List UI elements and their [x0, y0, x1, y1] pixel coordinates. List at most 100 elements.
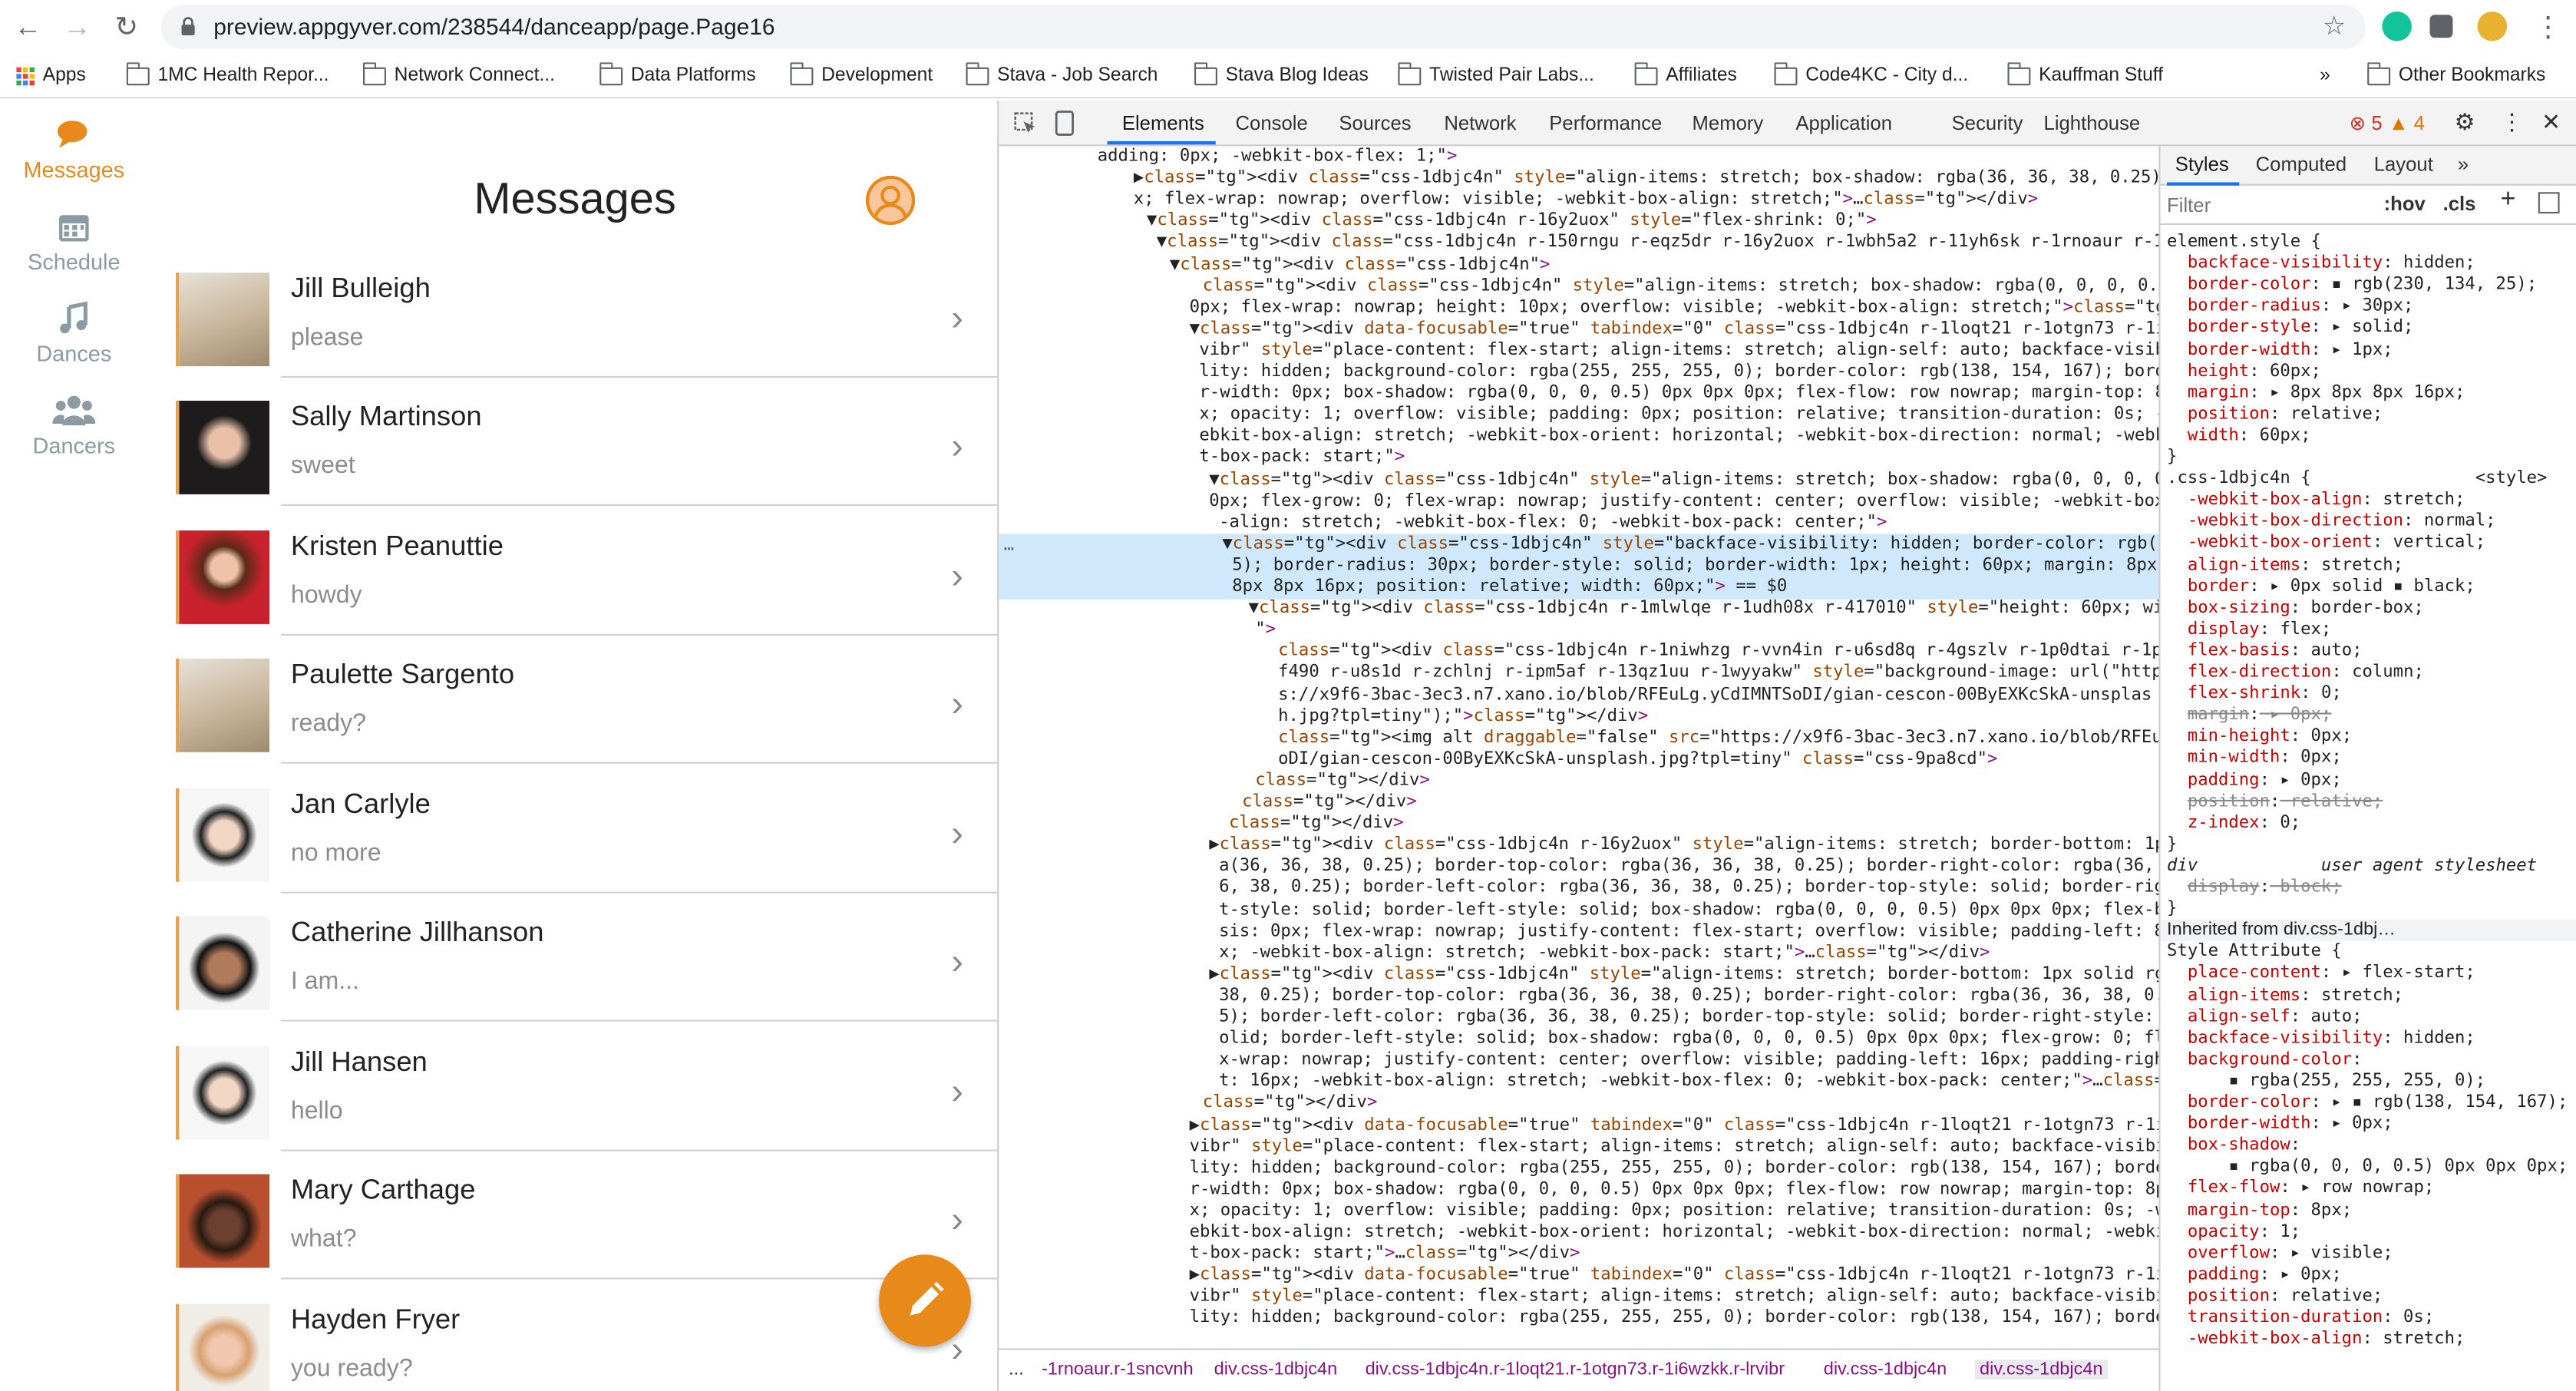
breadcrumb-item[interactable]: div.css-1dbjc4n	[1974, 1360, 2109, 1380]
tab-sources[interactable]: Sources	[1339, 111, 1411, 134]
style-line[interactable]: .css-1dbjc4n { <style>	[2167, 468, 2576, 490]
style-line[interactable]: ▪ rgba(255, 255, 255, 0);	[2167, 1071, 2576, 1092]
style-line[interactable]: z-index: 0;	[2167, 812, 2576, 834]
style-line[interactable]: padding: ▸ 0px;	[2167, 1264, 2576, 1286]
breadcrumb-item[interactable]: div.css-1dbjc4n.r-1loqt21.r-1otgn73.r-1i…	[1366, 1360, 1785, 1379]
style-line[interactable]: div user agent stylesheet	[2167, 855, 2576, 877]
bookmark-other[interactable]: Other Bookmarks	[2367, 61, 2545, 88]
tab-styles[interactable]: Styles	[2175, 154, 2229, 176]
style-line[interactable]: -webkit-box-orient: vertical;	[2167, 533, 2576, 554]
dom-line[interactable]: t-box-pack: start;">	[1199, 448, 2158, 469]
dom-line[interactable]: ">	[1255, 620, 2158, 641]
breadcrumb-item[interactable]: div.css-1dbjc4n	[1824, 1360, 1947, 1379]
dom-line[interactable]: x; -webkit-box-align: stretch; -webkit-b…	[1219, 942, 2158, 963]
tab-computed[interactable]: Computed	[2256, 154, 2347, 176]
message-row[interactable]: Jill Bulleigh please ›	[176, 269, 998, 398]
dom-line[interactable]: ▼class="tg"><div class="css-1dbjc4n r-15…	[1157, 232, 2159, 253]
style-line[interactable]: border-width: ▸ 0px;	[2167, 1114, 2576, 1135]
node-actions-ellipsis[interactable]: …	[1004, 535, 1014, 557]
kebab-menu-icon[interactable]: ⋮	[2501, 108, 2524, 136]
message-row[interactable]: Sally Martinson sweet ›	[176, 398, 998, 526]
style-line[interactable]: }	[2167, 898, 2576, 920]
tab-network[interactable]: Network	[1444, 111, 1516, 134]
style-line[interactable]: Inherited from div.css-1dbj…	[2160, 920, 2576, 942]
style-line[interactable]: position: relative;	[2167, 404, 2576, 425]
dom-line[interactable]: r-width: 0px; box-shadow: rgba(0, 0, 0, …	[1199, 383, 2158, 405]
error-count-badge[interactable]: ⊗ 5	[2350, 111, 2383, 134]
dom-line[interactable]: a(36, 36, 38, 0.25); border-top-color: r…	[1219, 856, 2158, 877]
dom-line[interactable]: class="tg"><div class="css-1dbjc4n r-1ni…	[1278, 641, 2158, 662]
style-line[interactable]: align-items: stretch;	[2167, 554, 2576, 576]
device-toggle-icon[interactable]	[1055, 110, 1075, 136]
dom-line[interactable]: ▶class="tg"><div data-focusable="true" t…	[1190, 1265, 2159, 1287]
hover-state-toggle[interactable]: :hov	[2384, 193, 2426, 215]
bookmark-apps[interactable]: Apps	[16, 62, 86, 88]
tab-security[interactable]: Security	[1952, 111, 2023, 134]
tab-memory[interactable]: Memory	[1693, 111, 1764, 134]
style-line[interactable]: position: relative;	[2167, 791, 2576, 812]
style-line[interactable]: overflow: ▸ visible;	[2167, 1243, 2576, 1264]
back-arrow-icon[interactable]: ←	[10, 10, 46, 46]
dom-line[interactable]: adding: 0px; -webkit-box-flex: 1;">	[1098, 146, 2159, 167]
dom-line[interactable]: x; opacity: 1; overflow: visible; paddin…	[1190, 1201, 2159, 1222]
style-line[interactable]: padding: ▸ 0px;	[2167, 769, 2576, 791]
style-line[interactable]: margin: ▸ 8px 8px 8px 16px;	[2167, 382, 2576, 404]
style-line[interactable]: flex-shrink: 0;	[2167, 683, 2576, 705]
dom-line[interactable]: oDI/gian-cescon-00ByEXKcSkA-unsplash.jpg…	[1278, 748, 2158, 770]
style-line[interactable]: }	[2167, 834, 2576, 855]
tab-lighthouse[interactable]: Lighthouse	[2044, 111, 2141, 134]
style-line[interactable]: height: 60px;	[2167, 361, 2576, 382]
style-line[interactable]: align-items: stretch;	[2167, 985, 2576, 1006]
dom-line[interactable]: ▼class="tg"><div data-focusable="true" t…	[1190, 319, 2159, 340]
tab-application[interactable]: Application	[1795, 111, 1892, 134]
dom-line[interactable]: class="tg"><img alt draggable="false" sr…	[1278, 727, 2158, 748]
grammarly-icon[interactable]	[2382, 11, 2412, 41]
dom-line[interactable]: sis: 0px; flex-wrap: nowrap; justify-con…	[1219, 920, 2158, 942]
message-row[interactable]: Jan Carlyle no more ›	[176, 785, 998, 914]
dom-line[interactable]: vibr" style="place-content: flex-start; …	[1190, 1287, 2159, 1308]
dom-line[interactable]: ▶class="tg"><div class="css-1dbjc4n" sty…	[1134, 167, 2159, 189]
dom-line[interactable]: ebkit-box-align: stretch; -webkit-box-or…	[1199, 426, 2158, 448]
bookmark-1mc-health[interactable]: 1MC Health Repor...	[126, 61, 329, 88]
dom-line[interactable]: 0px; flex-wrap: nowrap; height: 10px; ov…	[1190, 297, 2159, 319]
bookmark-affiliates[interactable]: Affiliates	[1634, 61, 1737, 88]
dom-line[interactable]: t: 16px; -webkit-box-align: stretch; -we…	[1219, 1071, 2158, 1092]
dom-line[interactable]: t-style: solid; border-left-style: solid…	[1219, 899, 2158, 920]
styles-filter-input[interactable]	[2167, 192, 2364, 219]
dom-line[interactable]: ▶class="tg"><div class="css-1dbjc4n" sty…	[1209, 963, 2158, 985]
style-line[interactable]: -webkit-box-align: stretch;	[2167, 490, 2576, 511]
style-line[interactable]: border-width: ▸ 1px;	[2167, 339, 2576, 361]
message-row[interactable]: Catherine Jillhanson I am... ›	[176, 913, 998, 1041]
style-line[interactable]: opacity: 1;	[2167, 1221, 2576, 1243]
style-line[interactable]: display: flex;	[2167, 619, 2576, 640]
profile-avatar[interactable]	[2477, 11, 2508, 41]
dom-line[interactable]: class="tg"><div class="css-1dbjc4n" styl…	[1203, 276, 2159, 297]
dom-line[interactable]: lity: hidden; background-color: rgba(255…	[1190, 1158, 2159, 1179]
message-row[interactable]: Jill Hansen hello ›	[176, 1042, 998, 1171]
style-line[interactable]: -webkit-box-align: stretch;	[2167, 1329, 2576, 1350]
style-line[interactable]: element.style {	[2167, 232, 2576, 253]
dom-line[interactable]: class="tg"></div>	[1229, 813, 2158, 834]
menu-icon[interactable]: ⋮	[2530, 10, 2566, 46]
dom-line[interactable]: ebkit-box-align: stretch; -webkit-box-or…	[1190, 1222, 2159, 1244]
dom-line[interactable]: ▼class="tg"><div class="css-1dbjc4n" sty…	[1222, 534, 2158, 555]
dom-line[interactable]: x-wrap: nowrap; justify-content: center;…	[1219, 1049, 2158, 1071]
dom-line[interactable]: class="tg"></div>	[1242, 791, 2158, 813]
tab-layout[interactable]: Layout	[2374, 154, 2433, 176]
more-tabs-button[interactable]: »	[2458, 154, 2469, 176]
tab-console[interactable]: Console	[1236, 111, 1308, 134]
dom-line[interactable]: -align: stretch; -webkit-box-flex: 0; -w…	[1219, 512, 2158, 534]
dom-line[interactable]: s://x9f6-3bac-3ec3.n7.xano.io/blob/RFEuL…	[1278, 684, 2158, 705]
message-row[interactable]: Hayden Fryer you ready? ›	[176, 1300, 997, 1391]
address-bar[interactable]: preview.appgyver.com/238544/danceapp/pag…	[160, 5, 2366, 50]
new-rule-button[interactable]: +	[2501, 187, 2516, 213]
forward-arrow-icon[interactable]: →	[59, 10, 95, 46]
message-row[interactable]: Paulette Sargento ready? ›	[176, 656, 998, 784]
style-line[interactable]: border-radius: ▸ 30px;	[2167, 296, 2576, 318]
style-line[interactable]: }	[2167, 447, 2576, 468]
class-toggle[interactable]: .cls	[2443, 193, 2476, 215]
style-line[interactable]: border-color: ▪ rgb(230, 134, 25);	[2167, 275, 2576, 296]
tab-performance[interactable]: Performance	[1549, 111, 1662, 134]
style-line[interactable]: display: block;	[2167, 877, 2576, 898]
dom-line[interactable]: ▼class="tg"><div class="css-1dbjc4n">	[1170, 254, 2158, 276]
